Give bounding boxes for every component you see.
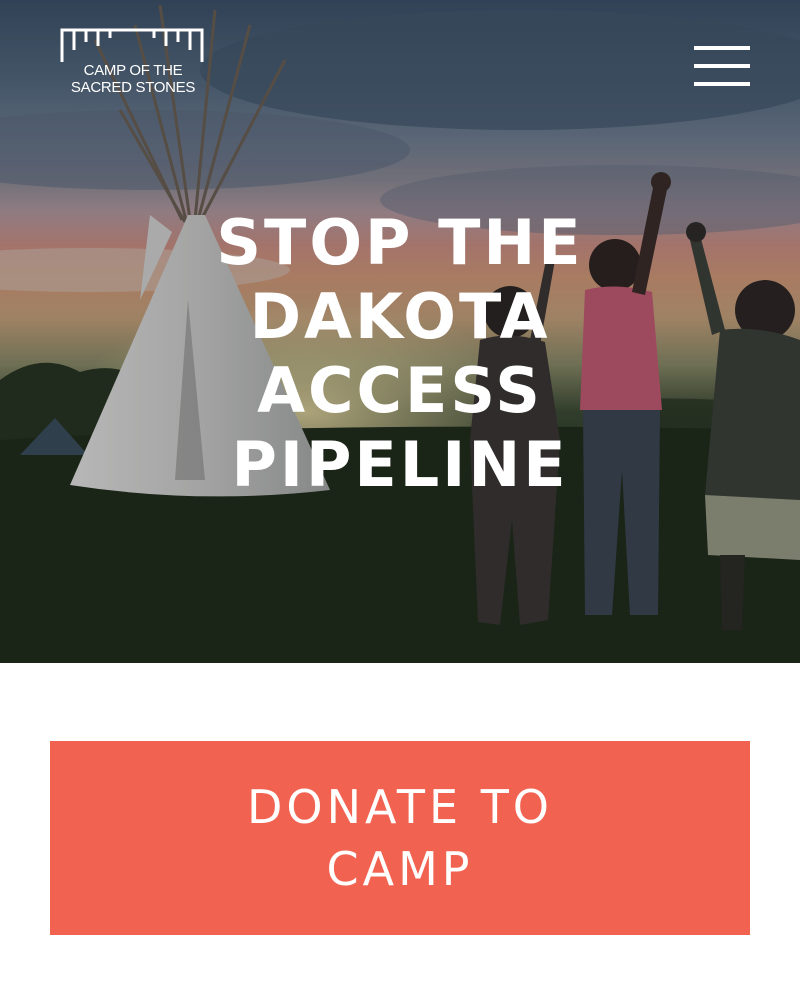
hero-banner: CAMP OF THE SACRED STONES STOP THE DAKOT…	[0, 0, 800, 663]
stones-logo-icon	[60, 28, 204, 62]
hero-headline: STOP THE DAKOTA ACCESS PIPELINE	[150, 206, 650, 502]
headline-line-2: DAKOTA	[249, 280, 551, 353]
logo-text: CAMP OF THE SACRED STONES	[58, 62, 208, 96]
donate-label-line-1: DONATE TO	[246, 780, 554, 834]
headline-line-1: STOP THE	[216, 206, 584, 279]
donate-to-camp-button[interactable]: DONATE TO CAMP	[50, 741, 750, 935]
donate-label-line-2: CAMP	[326, 842, 474, 896]
headline-line-4: PIPELINE	[231, 428, 569, 501]
menu-bar-bottom	[694, 82, 750, 86]
headline-line-3: ACCESS	[257, 354, 543, 427]
site-logo[interactable]: CAMP OF THE SACRED STONES	[58, 28, 208, 103]
logo-line-2: SACRED STONES	[70, 79, 196, 96]
logo-line-1: CAMP OF THE	[83, 62, 183, 79]
hamburger-menu-icon[interactable]	[694, 44, 750, 88]
menu-bar-middle	[694, 64, 750, 68]
menu-bar-top	[694, 46, 750, 50]
